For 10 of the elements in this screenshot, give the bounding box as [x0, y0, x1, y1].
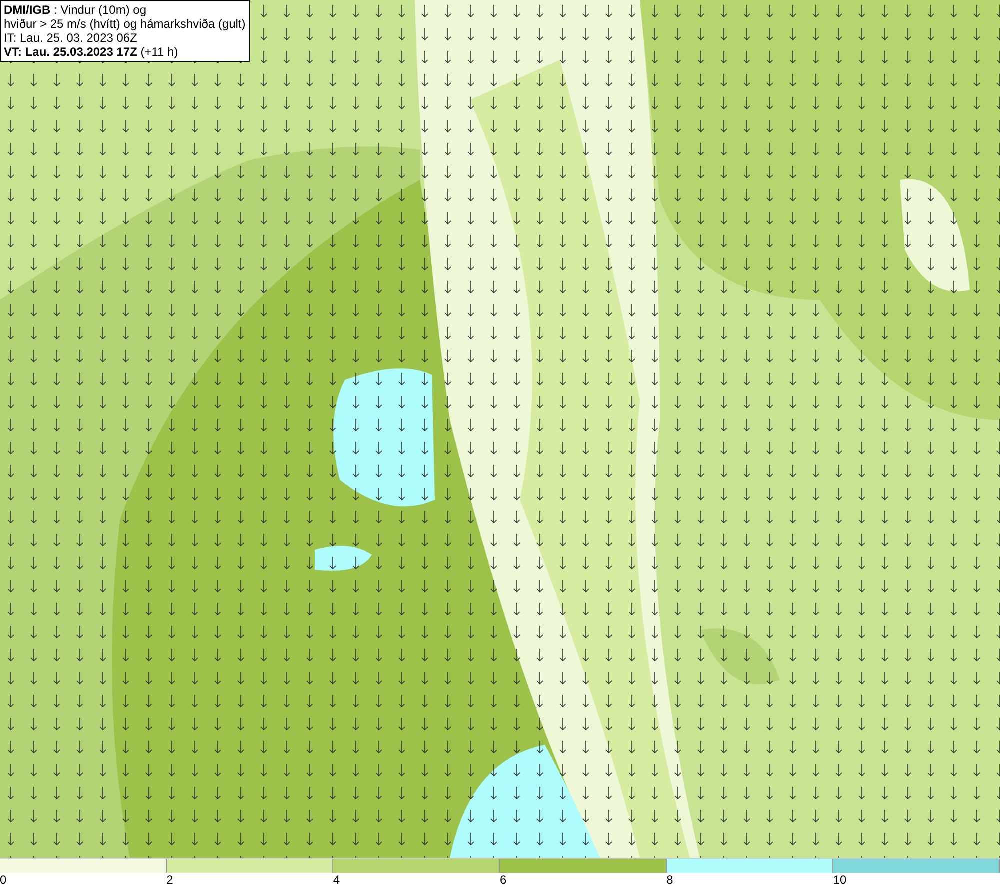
legend-label: 8 [666, 873, 674, 887]
legend-label: 2 [166, 873, 174, 887]
caption-line: VT: Lau. 25.03.2023 17Z (+11 h) [4, 45, 180, 59]
caption-line: hviður > 25 m/s (hvítt) og hámarkshviða (gult) [4, 17, 246, 31]
legend-label: 6 [500, 873, 507, 887]
caption-line: DMI/IGB : Vindur (10m) og [4, 3, 148, 17]
caption-line: IT: Lau. 25. 03. 2023 06Z [4, 31, 138, 45]
legend-label: 0 [0, 873, 7, 887]
legend-label: 4 [333, 873, 340, 887]
legend-label: 10 [833, 873, 847, 887]
